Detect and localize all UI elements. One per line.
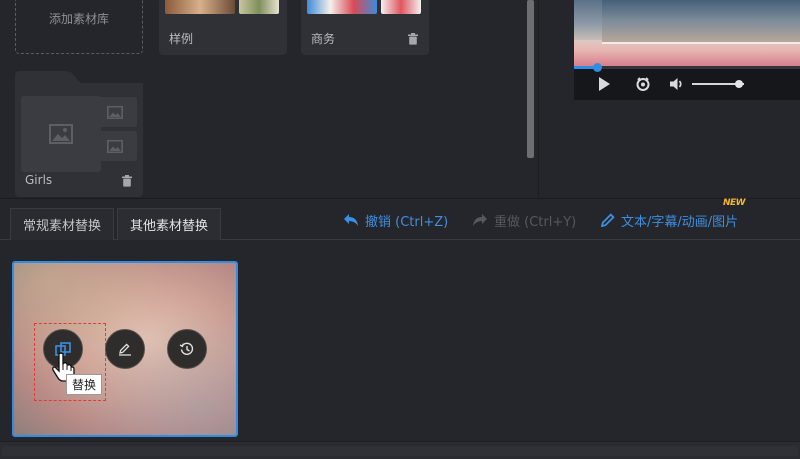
library-card-label: 样例 xyxy=(169,32,194,46)
tab-other-replace[interactable]: 其他素材替换 xyxy=(117,208,222,240)
progress-handle[interactable] xyxy=(592,63,602,72)
progress-track[interactable] xyxy=(574,66,800,69)
redo-label: 重做 (Ctrl+Y) xyxy=(494,214,577,230)
horizontal-scrollbar-thumb[interactable] xyxy=(2,446,798,456)
pencil-icon xyxy=(601,213,615,227)
media-item-card[interactable] xyxy=(12,261,238,437)
edit-button[interactable] xyxy=(105,329,145,369)
video-preview[interactable] xyxy=(574,0,800,66)
library-folder-label: Girls xyxy=(25,173,53,187)
volume-icon[interactable] xyxy=(669,76,685,92)
trash-icon[interactable] xyxy=(407,33,419,45)
edit-icon xyxy=(119,343,131,356)
library-card-sample[interactable]: 样例 xyxy=(159,0,287,55)
play-icon[interactable] xyxy=(596,76,612,92)
trash-icon[interactable] xyxy=(121,175,133,187)
card-thumbnails xyxy=(165,0,281,14)
add-library-label: 添加素材库 xyxy=(48,12,109,26)
tooltip: 替换 xyxy=(66,374,103,395)
tab-regular-replace[interactable]: 常规素材替换 xyxy=(10,208,115,240)
player-controls xyxy=(574,63,800,100)
restore-button[interactable] xyxy=(167,329,207,369)
add-library-button[interactable]: 添加素材库 xyxy=(15,0,143,54)
image-placeholder-icon xyxy=(21,96,101,172)
thumbnail-image xyxy=(239,0,279,14)
text-subtitle-animation-image-button[interactable]: 文本/字幕/动画/图片 xyxy=(601,210,738,230)
new-badge: NEW xyxy=(723,198,746,208)
snapshot-icon[interactable] xyxy=(635,76,651,92)
thumbnail-image xyxy=(165,0,235,14)
thumbnail-image xyxy=(307,0,377,14)
library-panel: 添加素材库 样例 商务 Girls xyxy=(0,0,538,198)
undo-icon xyxy=(344,214,358,226)
thumbnail-image xyxy=(381,0,421,14)
horizontal-scrollbar[interactable] xyxy=(0,441,800,459)
library-card-label: 商务 xyxy=(311,32,336,46)
history-icon xyxy=(179,342,194,355)
tab-label: 其他素材替换 xyxy=(130,219,209,234)
image-placeholder-icon xyxy=(93,97,137,127)
undo-button[interactable]: 撤销 (Ctrl+Z) xyxy=(343,210,448,230)
folder-tab xyxy=(15,71,82,85)
redo-button[interactable]: 重做 (Ctrl+Y) xyxy=(472,210,576,230)
library-card-business[interactable]: 商务 xyxy=(301,0,429,55)
text-tool-label: 文本/字幕/动画/图片 xyxy=(621,214,739,230)
image-placeholder-icon xyxy=(93,131,137,161)
card-thumbnails xyxy=(307,0,423,14)
volume-slider-handle[interactable] xyxy=(734,80,743,88)
library-scrollbar[interactable] xyxy=(527,0,534,158)
tab-label: 常规素材替换 xyxy=(23,219,102,234)
undo-label: 撤销 (Ctrl+Z) xyxy=(365,214,449,230)
library-folder-girls[interactable]: Girls xyxy=(15,71,143,197)
redo-icon xyxy=(473,214,487,226)
video-frame-photo xyxy=(602,0,800,44)
